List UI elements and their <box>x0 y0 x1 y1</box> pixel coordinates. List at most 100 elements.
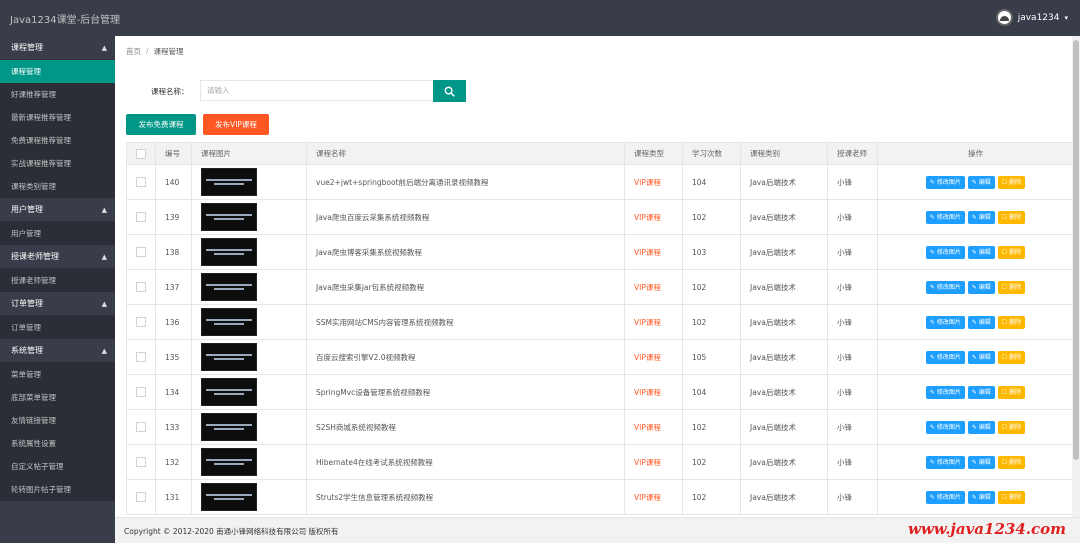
edit-image-button[interactable]: ✎ 修改图片 <box>925 280 965 294</box>
table-row: 131 Struts2学生信息管理系统视频教程 VIP课程 102 Java后端技术 小锋… <box>126 479 1073 515</box>
row-select-cell <box>126 234 156 270</box>
delete-button[interactable]: ☐ 删除 <box>997 245 1026 259</box>
select-all-header[interactable] <box>126 142 156 165</box>
sidebar-item[interactable]: 授课老师管理 <box>0 269 115 292</box>
chevron-down-icon[interactable]: ▾ <box>1064 14 1068 22</box>
publish-vip-course-button[interactable]: 发布VIP课程 <box>203 114 269 135</box>
edit-button[interactable]: ✎ 编辑 <box>967 385 995 399</box>
row-checkbox[interactable] <box>136 457 146 467</box>
course-id: 132 <box>155 444 192 480</box>
sidebar-group-3[interactable]: 订单管理 ▲ <box>0 292 115 316</box>
sidebar-group-label: 课程管理 <box>11 43 43 52</box>
sidebar-item[interactable]: 最新课程推荐管理 <box>0 106 115 129</box>
sidebar-group-4[interactable]: 系统管理 ▲ <box>0 339 115 363</box>
search-button[interactable] <box>433 80 466 102</box>
select-all-checkbox[interactable] <box>136 148 146 159</box>
course-image-cell <box>191 269 307 305</box>
edit-button[interactable]: ✎ 编辑 <box>967 490 995 504</box>
app-title: Java1234课堂-后台管理 <box>10 15 121 26</box>
sidebar-group-0[interactable]: 课程管理 ▲ <box>0 36 115 60</box>
row-checkbox[interactable] <box>136 352 146 362</box>
sidebar-item[interactable]: 好课推荐管理 <box>0 83 115 106</box>
sidebar-item[interactable]: 用户管理 <box>0 222 115 245</box>
edit-image-button[interactable]: ✎ 修改图片 <box>925 420 965 434</box>
edit-image-button[interactable]: ✎ 修改图片 <box>925 455 965 469</box>
sidebar-item[interactable]: 免费课程推荐管理 <box>0 129 115 152</box>
sidebar-item[interactable]: 实战课程推荐管理 <box>0 152 115 175</box>
sidebar-item[interactable]: 课程管理 <box>0 60 115 83</box>
row-checkbox[interactable] <box>136 387 146 397</box>
row-checkbox[interactable] <box>136 422 146 432</box>
sidebar-item[interactable]: 轮转图片帖子管理 <box>0 478 115 501</box>
course-image-cell <box>191 339 307 375</box>
delete-button[interactable]: ☐ 删除 <box>997 490 1026 504</box>
delete-button[interactable]: ☐ 删除 <box>997 385 1026 399</box>
course-thumbnail <box>201 343 257 371</box>
edit-image-button[interactable]: ✎ 修改图片 <box>925 385 965 399</box>
course-id: 137 <box>155 269 192 305</box>
row-checkbox[interactable] <box>136 317 146 327</box>
edit-button[interactable]: ✎ 编辑 <box>967 245 995 259</box>
edit-button[interactable]: ✎ 编辑 <box>967 175 995 189</box>
scrollbar[interactable] <box>1072 36 1080 517</box>
edit-image-button[interactable]: ✎ 修改图片 <box>925 350 965 364</box>
footer: Copyright © 2012-2020 南通小锋网络科技有限公司 版权所有 … <box>115 517 1080 543</box>
edit-button[interactable]: ✎ 编辑 <box>967 210 995 224</box>
course-id: 136 <box>155 304 192 340</box>
row-checkbox[interactable] <box>136 212 146 222</box>
edit-button[interactable]: ✎ 编辑 <box>967 280 995 294</box>
sidebar-item[interactable]: 课程类别管理 <box>0 175 115 198</box>
scrollbar-thumb[interactable] <box>1073 40 1079 460</box>
row-checkbox[interactable] <box>136 282 146 292</box>
edit-button[interactable]: ✎ 编辑 <box>967 350 995 364</box>
search-input[interactable] <box>200 80 433 101</box>
breadcrumb-home[interactable]: 首页 <box>126 47 141 56</box>
edit-image-button[interactable]: ✎ 修改图片 <box>925 315 965 329</box>
edit-image-button[interactable]: ✎ 修改图片 <box>925 490 965 504</box>
thumbnail-caption-line <box>214 393 244 395</box>
edit-image-button[interactable]: ✎ 修改图片 <box>925 245 965 259</box>
course-type: VIP课程 <box>624 199 683 235</box>
sidebar-item[interactable]: 菜单管理 <box>0 363 115 386</box>
row-checkbox[interactable] <box>136 492 146 502</box>
course-table: 编号 课程图片 课程名称 课程类型 学习次数 课程类别 授课老师 操作 140 vue2+jwt… <box>126 142 1073 517</box>
sidebar-item[interactable]: 系统属性设置 <box>0 432 115 455</box>
row-checkbox[interactable] <box>136 177 146 187</box>
avatar-icon[interactable] <box>995 9 1013 26</box>
course-category: Java后端技术 <box>740 199 828 235</box>
user-menu[interactable]: java1234 ▾ <box>995 9 1068 26</box>
sidebar-item[interactable]: 友情链接管理 <box>0 409 115 432</box>
edit-image-button[interactable]: ✎ 修改图片 <box>925 175 965 189</box>
row-select-cell <box>126 374 156 410</box>
delete-button[interactable]: ☐ 删除 <box>997 455 1026 469</box>
publish-free-course-button[interactable]: 发布免费课程 <box>126 114 196 135</box>
row-select-cell <box>126 304 156 340</box>
course-type: VIP课程 <box>624 164 683 200</box>
course-teacher: 小锋 <box>827 479 878 515</box>
course-id: 139 <box>155 199 192 235</box>
course-category: Java后端技术 <box>740 444 828 480</box>
sidebar-item[interactable]: 自定义帖子管理 <box>0 455 115 478</box>
sidebar-group-2[interactable]: 授课老师管理 ▲ <box>0 245 115 269</box>
edit-image-button[interactable]: ✎ 修改图片 <box>925 210 965 224</box>
edit-button[interactable]: ✎ 编辑 <box>967 420 995 434</box>
delete-button[interactable]: ☐ 删除 <box>997 280 1026 294</box>
row-actions: ✎ 修改图片 ✎ 编辑 ☐ 删除 <box>877 164 1073 200</box>
course-category: Java后端技术 <box>740 409 828 445</box>
thumbnail-caption-line <box>206 424 252 426</box>
username[interactable]: java1234 <box>1018 13 1060 23</box>
table-header-row: 编号 课程图片 课程名称 课程类型 学习次数 课程类别 授课老师 操作 <box>126 142 1073 165</box>
delete-button[interactable]: ☐ 删除 <box>997 210 1026 224</box>
edit-button[interactable]: ✎ 编辑 <box>967 315 995 329</box>
delete-button[interactable]: ☐ 删除 <box>997 175 1026 189</box>
sidebar-group-1[interactable]: 用户管理 ▲ <box>0 198 115 222</box>
delete-button[interactable]: ☐ 删除 <box>997 315 1026 329</box>
row-checkbox[interactable] <box>136 247 146 257</box>
sidebar-item[interactable]: 底部菜单管理 <box>0 386 115 409</box>
main-content: 首页/课程管理 课程名称： 发布免费课程 发布VIP课程 编号课程图片课程名称课… <box>115 36 1080 517</box>
delete-button[interactable]: ☐ 删除 <box>997 350 1026 364</box>
delete-button[interactable]: ☐ 删除 <box>997 420 1026 434</box>
row-select-cell <box>126 269 156 305</box>
edit-button[interactable]: ✎ 编辑 <box>967 455 995 469</box>
sidebar-item[interactable]: 订单管理 <box>0 316 115 339</box>
